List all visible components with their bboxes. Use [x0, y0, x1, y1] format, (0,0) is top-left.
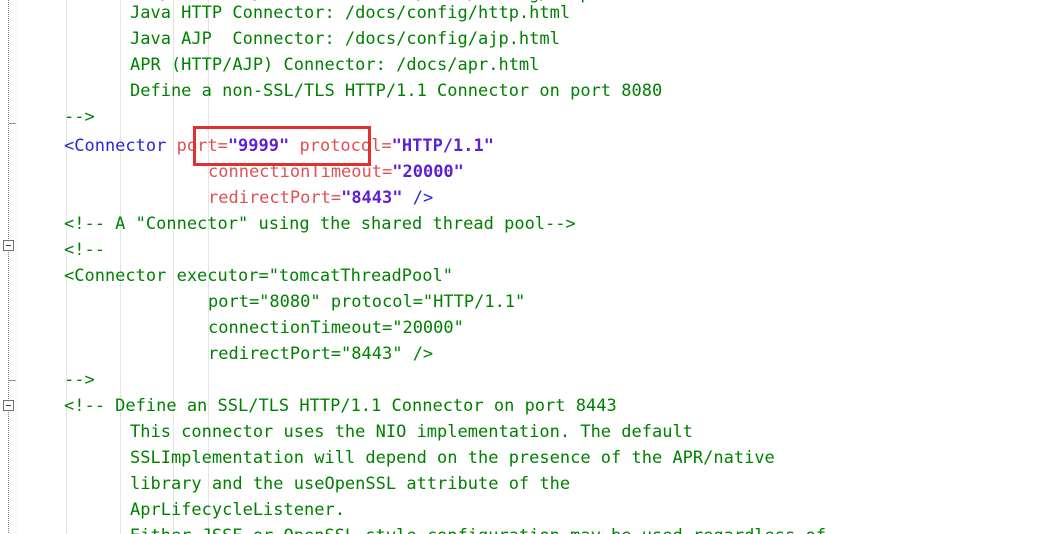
code-line[interactable]: port="8080" protocol="HTTP/1.1" [208, 289, 525, 315]
gutter-shade [9, 0, 18, 534]
code-token: protocol [299, 136, 382, 156]
code-token: Either JSSE or OpenSSL style configurati… [130, 526, 826, 534]
code-line[interactable]: redirectPort="8443" /> [208, 341, 433, 367]
fold-collapse-button-1[interactable] [3, 400, 14, 411]
code-line[interactable]: <Connector executor="tomcatThreadPool" [64, 263, 453, 289]
code-line[interactable]: redirectPort="8443" /> [208, 185, 433, 211]
code-line[interactable]: Java AJP Connector: /docs/config/ajp.htm… [130, 26, 560, 52]
code-line[interactable]: AprLifecycleListener. [130, 497, 345, 523]
code-token: = [382, 162, 393, 182]
code-line[interactable]: <!-- Define an SSL/TLS HTTP/1.1 Connecto… [64, 393, 617, 419]
code-token: = [217, 136, 228, 156]
code-token: "9999" [227, 136, 290, 156]
code-token: AprLifecycleListener. [130, 500, 345, 520]
code-token: Define a non-SSL/TLS HTTP/1.1 Connector … [130, 81, 663, 101]
code-token: "20000" [392, 162, 464, 182]
code-token: /> [412, 188, 434, 208]
code-token: "HTTP/1.1" [391, 136, 494, 156]
code-token: <!-- Define an SSL/TLS HTTP/1.1 Connecto… [64, 396, 617, 416]
code-line[interactable]: This connector uses the NIO implementati… [130, 419, 693, 445]
code-line[interactable]: Define a non-SSL/TLS HTTP/1.1 Connector … [130, 78, 662, 104]
fold-end-tick-1 [9, 380, 16, 381]
code-token: = [381, 136, 392, 156]
code-token: --> [64, 107, 95, 127]
code-token: <!-- A "Connector" using the shared thre… [64, 214, 576, 234]
code-token: <!-- [64, 240, 105, 260]
code-token: connectionTimeout [208, 162, 382, 182]
code-token: SSLImplementation will depend on the pre… [130, 448, 775, 468]
code-line[interactable]: APR (HTTP/AJP) Connector: /docs/apr.html [130, 52, 539, 78]
fold-collapse-button-0[interactable] [3, 240, 14, 251]
gutter-rail-line [8, 0, 9, 534]
code-line[interactable]: --> [64, 367, 95, 393]
code-token: This connector uses the NIO implementati… [130, 422, 693, 442]
code-token: port [176, 136, 218, 156]
code-line[interactable]: <Connector port="9999" protocol="HTTP/1.… [64, 133, 494, 159]
code-token: redirectPort="8443" /> [208, 344, 434, 364]
code-token: redirectPort [208, 188, 331, 208]
code-token: --> [64, 370, 95, 390]
code-token: = [330, 188, 342, 208]
code-line[interactable]: <!-- [64, 237, 105, 263]
code-token: port="8080" protocol="HTTP/1.1" [208, 292, 526, 312]
code-line[interactable]: <!-- A "Connector" using the shared thre… [64, 211, 576, 237]
code-line[interactable]: SSLImplementation will depend on the pre… [130, 445, 775, 471]
code-line[interactable]: Either JSSE or OpenSSL style configurati… [130, 523, 826, 534]
code-line[interactable]: connectionTimeout="20000" [208, 315, 464, 341]
code-text-area[interactable]: SSL/TLS HTTP/1.1 Connector: /docs/config… [0, 0, 1056, 534]
code-token: connectionTimeout="20000" [208, 318, 464, 338]
code-token: <Connector executor="tomcatThreadPool" [64, 266, 453, 286]
fold-end-tick-0 [9, 123, 16, 124]
code-line[interactable]: --> [64, 104, 95, 130]
code-line[interactable]: Java HTTP Connector: /docs/config/http.h… [130, 0, 570, 26]
code-token: Java AJP Connector: /docs/config/ajp.htm… [130, 29, 560, 49]
fold-gutter[interactable] [0, 0, 18, 534]
code-token: <Connector [64, 136, 167, 156]
code-token: APR (HTTP/AJP) Connector: /docs/apr.html [130, 55, 540, 75]
code-editor[interactable]: SSL/TLS HTTP/1.1 Connector: /docs/config… [0, 0, 1056, 534]
code-line[interactable]: connectionTimeout="20000" [208, 159, 464, 185]
code-token: Java HTTP Connector: /docs/config/http.h… [130, 3, 571, 23]
code-line[interactable]: library and the useOpenSSL attribute of … [130, 471, 570, 497]
code-token: "8443" [341, 188, 403, 208]
code-token: library and the useOpenSSL attribute of … [130, 474, 571, 494]
